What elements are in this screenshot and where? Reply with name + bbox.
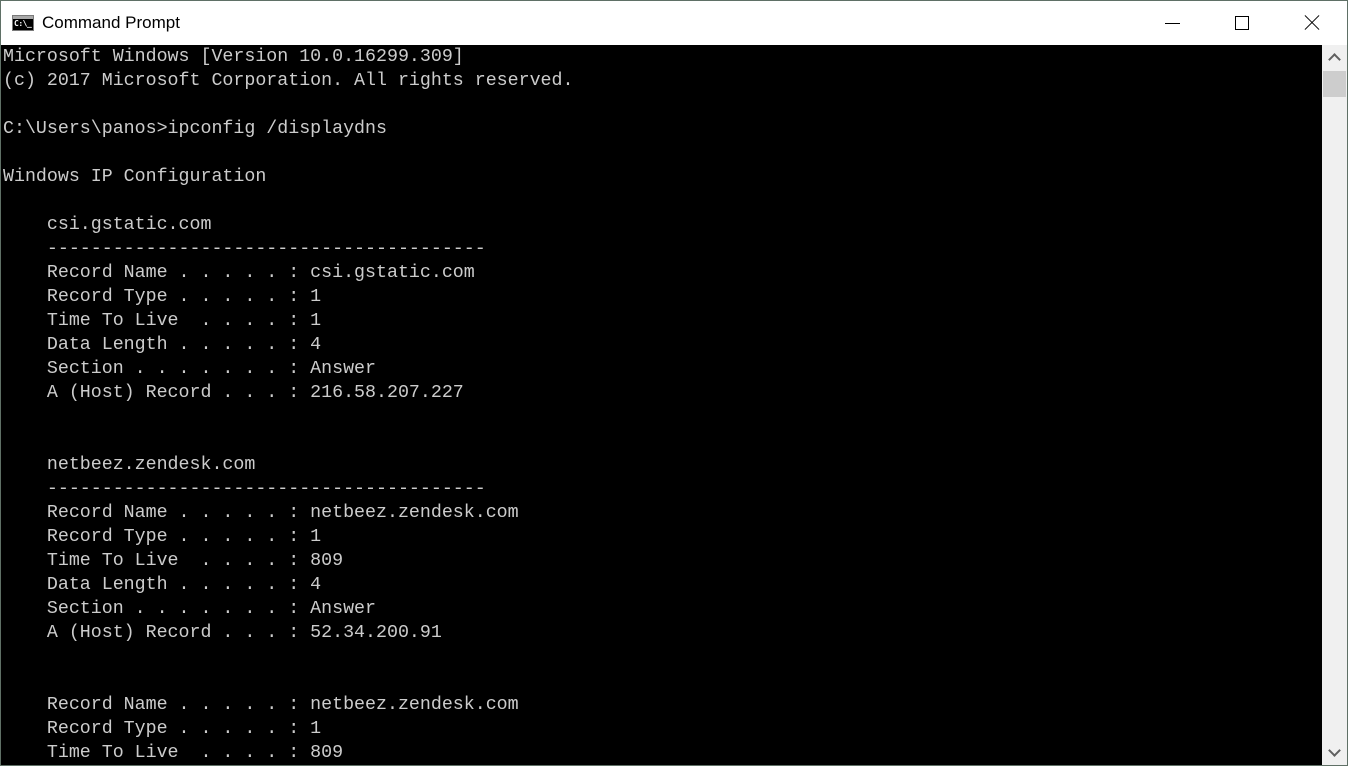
- console-line: Data Length . . . . . : 4: [3, 575, 322, 595]
- minimize-icon: [1164, 22, 1180, 24]
- title-bar[interactable]: C:\_ Command Prompt: [1, 1, 1347, 45]
- console-line: Data Length . . . . . : 4: [3, 335, 322, 355]
- console-line: Time To Live . . . . : 809: [3, 551, 344, 571]
- maximize-icon: [1235, 16, 1249, 30]
- console-line: A (Host) Record . . . : 216.58.207.227: [3, 383, 464, 403]
- console-line: ----------------------------------------: [3, 239, 486, 259]
- console-line: C:\Users\panos>ipconfig /displaydns: [3, 119, 387, 139]
- scroll-up-button[interactable]: [1322, 45, 1347, 69]
- console-line: ----------------------------------------: [3, 479, 486, 499]
- console-line: Record Name . . . . . : netbeez.zendesk.…: [3, 695, 519, 715]
- chevron-up-icon: [1328, 53, 1341, 66]
- command-prompt-window: C:\_ Command Prompt Microsoft Windows [V…: [0, 0, 1348, 766]
- console-line: Record Name . . . . . : netbeez.zendesk.…: [3, 503, 519, 523]
- console-line: A (Host) Record . . . : 52.34.200.91: [3, 623, 442, 643]
- minimize-button[interactable]: [1137, 1, 1207, 45]
- console-line: Windows IP Configuration: [3, 167, 267, 187]
- console-line: Time To Live . . . . : 809: [3, 743, 344, 763]
- console-line: netbeez.zendesk.com: [3, 455, 256, 475]
- vertical-scrollbar[interactable]: [1322, 45, 1347, 765]
- close-icon: [1304, 15, 1320, 31]
- window-title: Command Prompt: [42, 13, 180, 32]
- cmd-icon[interactable]: C:\_: [12, 15, 34, 31]
- console-line: csi.gstatic.com: [3, 215, 212, 235]
- scroll-down-button[interactable]: [1322, 741, 1347, 765]
- chevron-down-icon: [1328, 744, 1341, 757]
- console-line: Record Name . . . . . : csi.gstatic.com: [3, 263, 475, 283]
- console-line: Record Type . . . . . : 1: [3, 527, 322, 547]
- close-button[interactable]: [1277, 1, 1347, 45]
- console-line: Section . . . . . . . : Answer: [3, 359, 376, 379]
- console-line: (c) 2017 Microsoft Corporation. All righ…: [3, 71, 574, 91]
- scrollbar-thumb[interactable]: [1323, 71, 1346, 97]
- console-line: Section . . . . . . . : Answer: [3, 599, 376, 619]
- console-line: Time To Live . . . . : 1: [3, 311, 322, 331]
- console-line: Microsoft Windows [Version 10.0.16299.30…: [3, 47, 464, 67]
- console-line: Record Type . . . . . : 1: [3, 719, 322, 739]
- console-output[interactable]: Microsoft Windows [Version 10.0.16299.30…: [1, 45, 1322, 765]
- console-line: Record Type . . . . . : 1: [3, 287, 322, 307]
- cmd-icon-glyph: C:\_: [14, 19, 32, 28]
- maximize-button[interactable]: [1207, 1, 1277, 45]
